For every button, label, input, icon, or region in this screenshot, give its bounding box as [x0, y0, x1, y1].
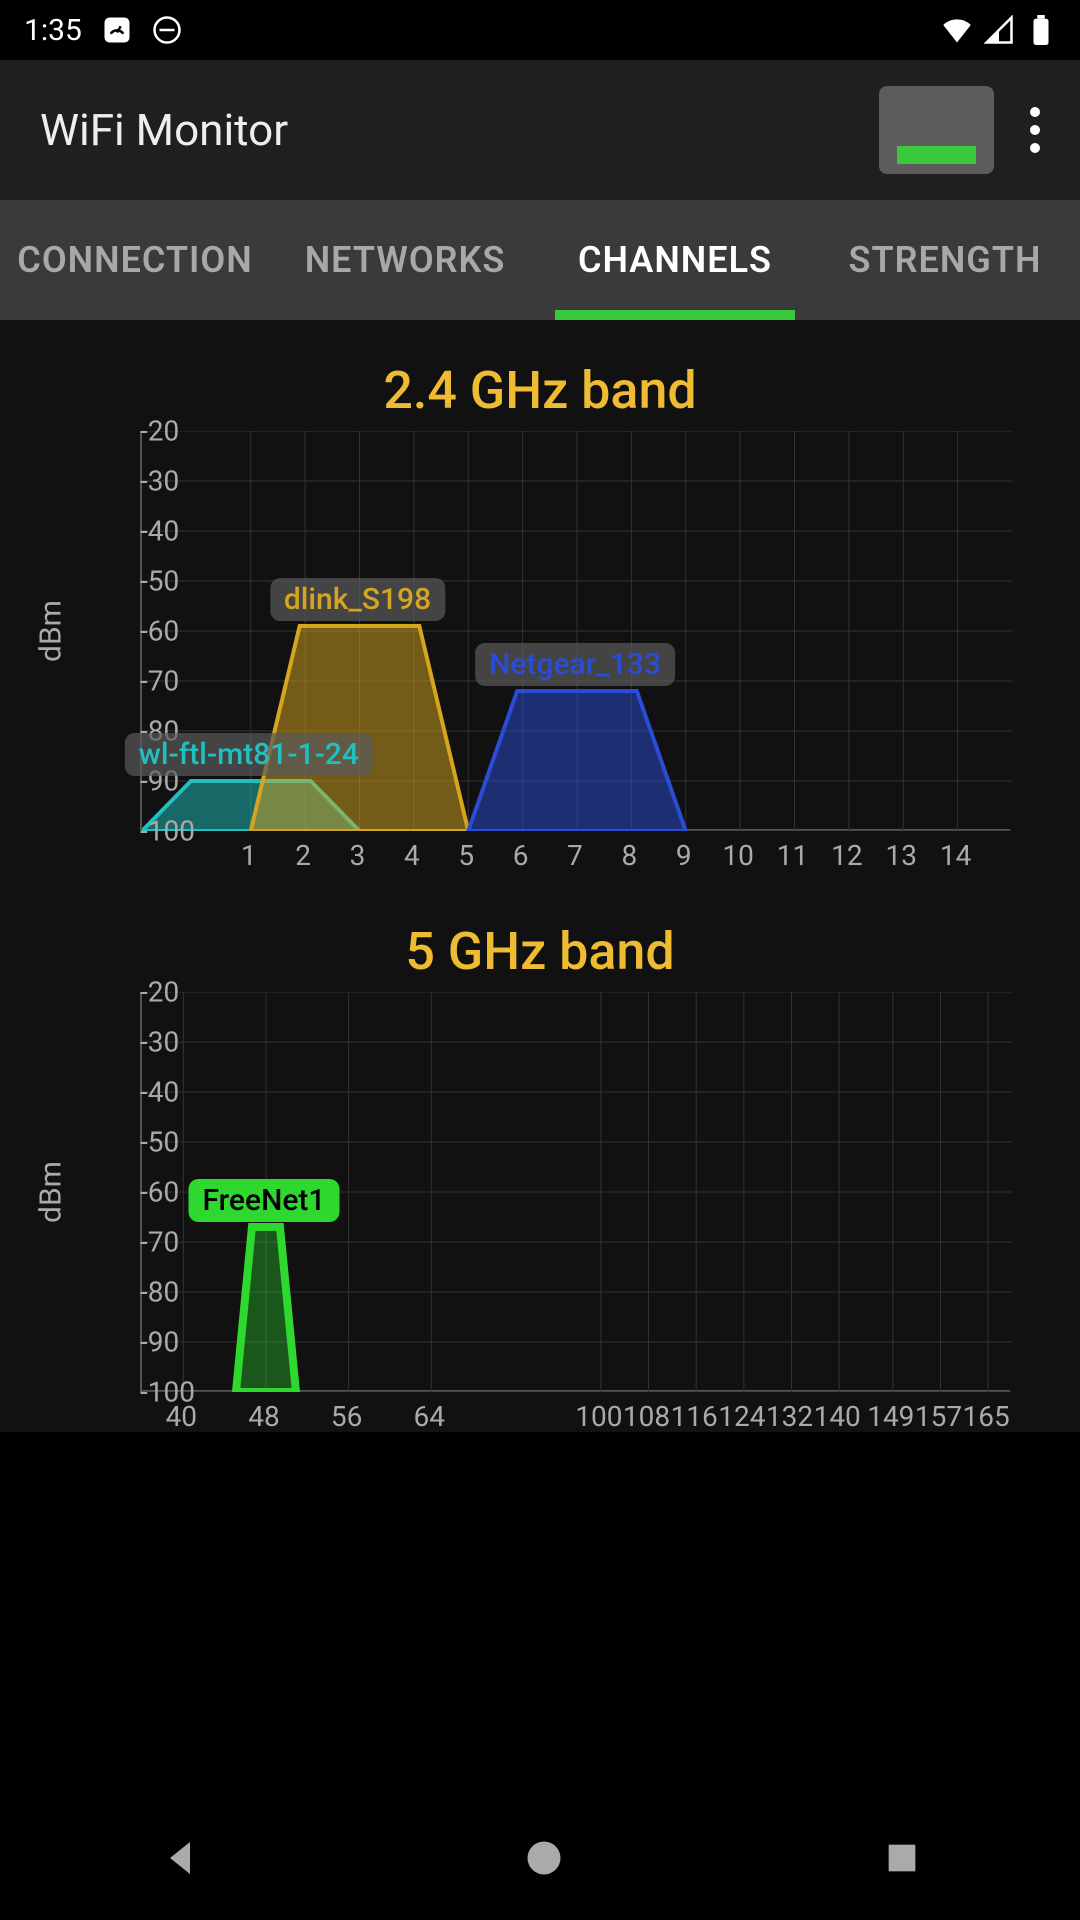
xtick: 56	[331, 1400, 362, 1433]
xtick: 149	[867, 1400, 914, 1433]
network-shape	[468, 691, 686, 831]
dnd-icon	[152, 15, 182, 45]
home-button[interactable]	[522, 1836, 566, 1884]
app-bar: WiFi Monitor	[0, 60, 1080, 200]
speedtest-icon	[102, 15, 132, 45]
xtick: 12	[831, 839, 862, 872]
xtick: 3	[350, 839, 366, 872]
tab-channels[interactable]: CHANNELS	[540, 200, 810, 320]
wifi-icon	[942, 15, 972, 45]
xtick: 116	[671, 1400, 718, 1433]
xtick: 1	[241, 839, 257, 872]
status-bar: 1:35	[0, 0, 1080, 60]
xtick: 157	[915, 1400, 962, 1433]
ylabel-24ghz: dBm	[33, 600, 68, 662]
xtick: 64	[414, 1400, 445, 1433]
chart-5ghz: dBm -20-30-40-50-60-70-80-90-100FreeNet1…	[60, 992, 1080, 1392]
section-title-5ghz: 5 GHz band	[0, 921, 1080, 982]
status-left: 1:35	[24, 13, 182, 48]
network-label[interactable]: wl-ftl-mt81-1-24	[125, 733, 373, 776]
xtick: 108	[623, 1400, 670, 1433]
network-label[interactable]: Netgear_133	[475, 643, 675, 686]
tab-connection[interactable]: CONNECTION	[0, 200, 270, 320]
ylabel-5ghz: dBm	[33, 1161, 68, 1223]
cell-signal-icon	[984, 15, 1014, 45]
xtick: 124	[718, 1400, 765, 1433]
network-shape	[251, 626, 469, 831]
recent-button[interactable]	[882, 1838, 922, 1882]
xtick: 48	[248, 1400, 279, 1433]
xtick: 4	[404, 839, 420, 872]
tab-networks[interactable]: NETWORKS	[270, 200, 540, 320]
xtick: 140	[814, 1400, 861, 1433]
network-label[interactable]: FreeNet1	[188, 1179, 339, 1222]
app-bar-actions	[879, 86, 1040, 174]
content-area[interactable]: 2.4 GHz band dBm -20-30-40-50-60-70-80-9…	[0, 320, 1080, 1432]
chart-24ghz: dBm -20-30-40-50-60-70-80-90-100wl-ftl-m…	[60, 431, 1080, 831]
status-time: 1:35	[24, 13, 82, 48]
battery-icon	[1026, 15, 1056, 45]
status-right	[942, 15, 1056, 45]
network-label[interactable]: dlink_S198	[270, 578, 445, 621]
network-shape	[236, 1227, 296, 1392]
xtick: 165	[963, 1400, 1010, 1433]
tab-bar: CONNECTION NETWORKS CHANNELS STRENGTH	[0, 200, 1080, 320]
xtick: 100	[575, 1400, 622, 1433]
tab-strength[interactable]: STRENGTH	[810, 200, 1080, 320]
xtick: 2	[295, 839, 311, 872]
signal-indicator-button[interactable]	[879, 86, 994, 174]
xtick: 40	[166, 1400, 197, 1433]
xtick: 132	[766, 1400, 813, 1433]
navigation-bar	[0, 1800, 1080, 1920]
xtick: 7	[567, 839, 583, 872]
xtick: 5	[458, 839, 474, 872]
section-title-24ghz: 2.4 GHz band	[0, 360, 1080, 421]
app-title: WiFi Monitor	[40, 104, 288, 156]
overflow-menu-button[interactable]	[1030, 107, 1040, 153]
xtick: 14	[940, 839, 971, 872]
back-button[interactable]	[158, 1834, 206, 1886]
xtick: 13	[886, 839, 917, 872]
xtick: 11	[777, 839, 808, 872]
xtick: 6	[513, 839, 529, 872]
xtick: 10	[722, 839, 753, 872]
xtick: 9	[676, 839, 692, 872]
xtick: 8	[622, 839, 638, 872]
